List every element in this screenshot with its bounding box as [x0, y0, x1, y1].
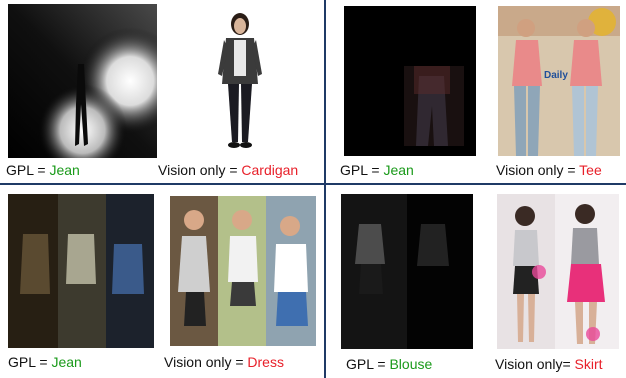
gpl-prediction: Jean	[51, 354, 82, 370]
vision-prediction: Cardigan	[241, 162, 299, 178]
vision-caption-4: Vision only= Skirt	[495, 356, 603, 372]
gpl-caption-2: GPL = Jean	[340, 162, 414, 178]
vision-prefix: Vision only=	[495, 356, 575, 372]
vision-prediction: Tee	[579, 162, 602, 178]
fashion-photo-2: Daily	[498, 6, 620, 156]
gpl-prefix: GPL =	[346, 356, 390, 372]
gpl-prediction: Jean	[49, 162, 80, 178]
gpl-caption-4: GPL = Blouse	[346, 356, 432, 372]
gpl-caption-3: GPL = Jean	[8, 354, 82, 370]
gpl-prefix: GPL =	[8, 354, 52, 370]
gpl-prefix: GPL =	[6, 162, 50, 178]
vision-prediction: Skirt	[574, 356, 603, 372]
vertical-divider	[324, 0, 326, 378]
horizontal-divider	[0, 183, 626, 185]
vision-caption-2: Vision only = Tee	[496, 162, 602, 178]
vision-prefix: Vision only =	[164, 354, 248, 370]
attention-map-image-3	[8, 194, 154, 348]
fashion-photo-4	[497, 194, 619, 349]
attention-map-image-2	[344, 6, 476, 156]
vision-prefix: Vision only =	[496, 162, 580, 178]
gpl-caption-1: GPL = Jean	[6, 162, 80, 178]
attention-map-image-4	[341, 194, 473, 349]
fashion-photo-1	[170, 4, 320, 158]
gpl-prediction: Jean	[383, 162, 414, 178]
magazine-logo-text: Daily	[544, 70, 568, 81]
attention-map-image-1	[8, 4, 157, 158]
vision-caption-3: Vision only = Dress	[164, 354, 284, 370]
vision-caption-1: Vision only = Cardigan	[158, 162, 298, 178]
fashion-photo-3	[170, 196, 316, 346]
vision-prediction: Dress	[247, 354, 284, 370]
vision-prefix: Vision only =	[158, 162, 242, 178]
gpl-prediction: Blouse	[389, 356, 433, 372]
gpl-prefix: GPL =	[340, 162, 384, 178]
